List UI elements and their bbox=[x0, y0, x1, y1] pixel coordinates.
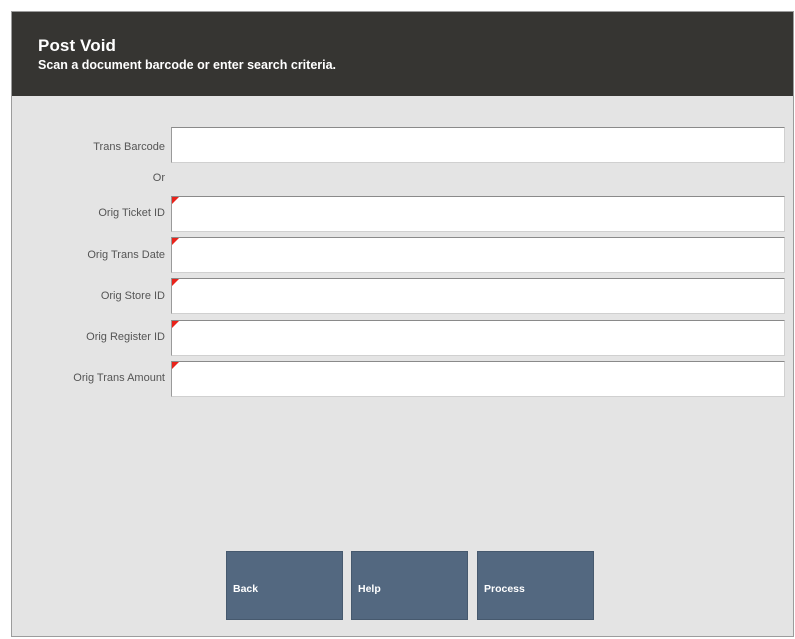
orig-ticket-id-label: Orig Ticket ID bbox=[98, 207, 165, 219]
trans-barcode-label: Trans Barcode bbox=[93, 141, 165, 153]
orig-register-id-input[interactable] bbox=[171, 320, 785, 356]
orig-store-id-input[interactable] bbox=[171, 278, 785, 314]
or-label: Or bbox=[152, 172, 165, 184]
back-button[interactable]: Back bbox=[226, 551, 343, 620]
orig-trans-date-label: Orig Trans Date bbox=[87, 249, 165, 261]
orig-trans-amount-input[interactable] bbox=[171, 361, 785, 397]
page-header: Post Void Scan a document barcode or ent… bbox=[12, 12, 793, 96]
process-button[interactable]: Process bbox=[477, 551, 594, 620]
orig-trans-amount-label: Orig Trans Amount bbox=[73, 372, 165, 384]
page-title: Post Void bbox=[38, 36, 117, 55]
orig-register-id-label: Orig Register ID bbox=[86, 331, 165, 343]
page-subtitle: Scan a document barcode or enter search … bbox=[38, 58, 337, 72]
orig-ticket-id-input[interactable] bbox=[171, 196, 785, 232]
post-void-window: Post Void Scan a document barcode or ent… bbox=[11, 11, 794, 637]
required-field-icon bbox=[172, 279, 179, 286]
orig-store-id-label: Orig Store ID bbox=[100, 290, 165, 302]
required-field-icon bbox=[172, 238, 179, 245]
help-button[interactable]: Help bbox=[351, 551, 468, 620]
required-field-icon bbox=[172, 362, 179, 369]
required-field-icon bbox=[172, 321, 179, 328]
orig-trans-date-input[interactable] bbox=[171, 237, 785, 273]
trans-barcode-input[interactable] bbox=[171, 127, 785, 163]
required-field-icon bbox=[172, 197, 179, 204]
